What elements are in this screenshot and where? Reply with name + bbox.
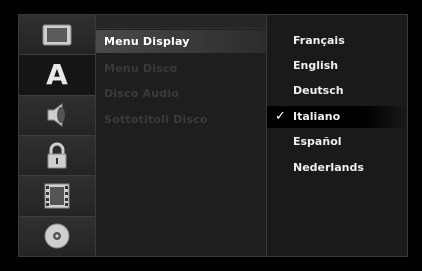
menu-item-menu-display[interactable]: Menu Display [96,30,266,53]
audio-speaker-icon [47,103,65,128]
option-english[interactable]: English [267,55,407,77]
option-nederlands[interactable]: Nederlands [267,157,407,179]
category-film[interactable] [19,176,95,217]
menu-item-menu-disco[interactable]: Menu Disco [96,57,266,80]
category-language[interactable]: A [19,55,95,96]
language-menu-panel: Menu Display Menu Disco Disco Audio Sott… [96,14,266,257]
category-lock[interactable] [19,135,95,177]
option-italiano[interactable]: ✓ Italiano [267,106,407,128]
menu-item-disco-audio[interactable]: Disco Audio [96,82,266,105]
tv-display-icon [42,24,72,46]
option-francais[interactable]: Français [267,30,407,52]
setup-category-sidebar: A [18,14,96,257]
category-disc[interactable] [19,216,95,256]
dvd-setup-screen: A Menu Display Menu Disco Disco Audio So… [0,0,422,271]
option-espanol[interactable]: Español [267,131,407,153]
language-options-panel: Français English Deutsch ✓ Italiano Espa… [266,14,408,257]
menu-top-strip [96,15,266,29]
disc-icon [44,223,70,249]
film-icon [44,183,70,209]
option-label: Italiano [293,110,341,123]
category-audio[interactable] [19,95,95,136]
menu-item-sottotitoli-disco[interactable]: Sottotitoli Disco [96,108,266,131]
language-a-icon: A [46,58,68,92]
option-deutsch[interactable]: Deutsch [267,80,407,102]
lock-icon [47,142,67,169]
category-display[interactable] [19,15,95,56]
checkmark-icon: ✓ [275,109,286,124]
